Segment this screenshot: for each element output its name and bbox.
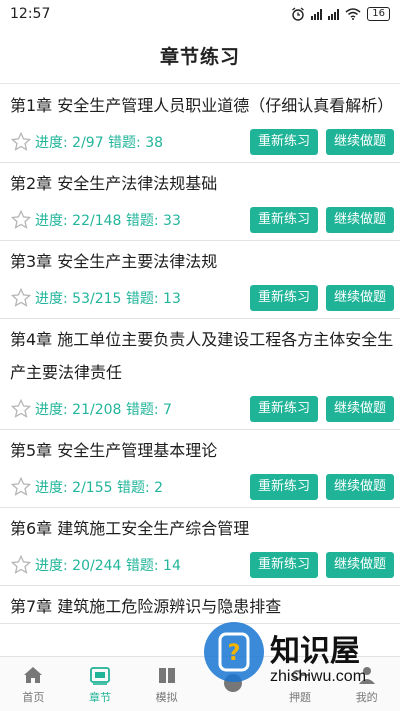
page-title: 章节练习 bbox=[159, 46, 240, 68]
chapter-title: 第5章 安全生产管理基本理论 bbox=[10, 441, 218, 460]
continue-practice-button[interactable]: 继续做题 bbox=[325, 552, 394, 578]
status-bar: 12:57 16 bbox=[0, 0, 400, 28]
app-header: 章节练习 bbox=[0, 28, 400, 84]
nav-mock-label: 模拟 bbox=[155, 690, 178, 704]
chapter-title: 第3章 安全生产主要法律法规 bbox=[10, 252, 218, 271]
star-icon[interactable] bbox=[10, 554, 32, 576]
nav-question[interactable] bbox=[200, 657, 267, 711]
nav-chapter-label: 章节 bbox=[89, 690, 111, 704]
key-icon bbox=[292, 669, 310, 680]
chapter-item[interactable]: 第1章 安全生产管理人员职业道德（仔细认真看解析） 进度: 2/97 错题: 38… bbox=[0, 85, 400, 163]
chapter-footer: 进度: 20/244 错题: 14 重新练习 继续做题 bbox=[10, 545, 394, 585]
chapter-progress: 进度: 20/244 错题: 14 bbox=[35, 558, 181, 574]
chapter-item[interactable]: 第4章 施工单位主要负责人及建设工程各方主体安全生产主要法律责任进度: 21/2… bbox=[0, 319, 400, 430]
user-icon bbox=[358, 666, 375, 684]
chapter-progress: 进度: 2/155 错题: 2 bbox=[35, 480, 164, 496]
chapter-footer: 进度: 22/148 错题: 33 重新练习 继续做题 bbox=[10, 200, 394, 240]
chapter-actions: 重新练习 继续做题 bbox=[249, 552, 394, 578]
star-icon[interactable] bbox=[10, 398, 32, 420]
nav-mine[interactable]: 我的 bbox=[333, 657, 400, 711]
star-icon[interactable] bbox=[10, 209, 32, 231]
restart-practice-button[interactable]: 重新练习 bbox=[249, 129, 318, 155]
alarm-icon bbox=[292, 7, 305, 21]
wifi-icon bbox=[345, 8, 361, 20]
continue-practice-button[interactable]: 继续做题 bbox=[325, 285, 394, 311]
restart-practice-button[interactable]: 重新练习 bbox=[249, 474, 318, 500]
chapter-actions: 重新练习 继续做题 bbox=[249, 396, 394, 422]
chapter-title: 第6章 建筑施工安全生产综合管理 bbox=[10, 519, 250, 538]
chapter-progress: 进度: 2/97 错题: 38 bbox=[35, 135, 164, 151]
nav-predict[interactable]: 押题 bbox=[267, 657, 334, 711]
chapter-actions: 重新练习 继续做题 bbox=[249, 207, 394, 233]
chapter-icon bbox=[90, 666, 110, 685]
chapter-item[interactable]: 第3章 安全生产主要法律法规进度: 53/215 错题: 13 重新练习 继续做题 bbox=[0, 241, 400, 319]
star-icon[interactable] bbox=[10, 476, 32, 498]
home-icon bbox=[24, 666, 43, 683]
chapter-item[interactable]: 第5章 安全生产管理基本理论进度: 2/155 错题: 2 重新练习 继续做题 bbox=[0, 430, 400, 508]
nav-home-label: 首页 bbox=[22, 690, 45, 704]
restart-practice-button[interactable]: 重新练习 bbox=[249, 207, 318, 233]
chapter-progress: 进度: 22/148 错题: 33 bbox=[35, 213, 181, 229]
chapter-actions: 重新练习 继续做题 bbox=[249, 129, 394, 155]
question-icon bbox=[224, 673, 243, 692]
continue-practice-button[interactable]: 继续做题 bbox=[325, 396, 394, 422]
chapter-footer: 进度: 21/208 错题: 7 重新练习 继续做题 bbox=[10, 389, 394, 429]
chapter-progress: 进度: 53/215 错题: 13 bbox=[35, 291, 181, 307]
star-icon[interactable] bbox=[10, 131, 32, 153]
continue-practice-button[interactable]: 继续做题 bbox=[325, 129, 394, 155]
chapter-list[interactable]: 第1章 安全生产管理人员职业道德（仔细认真看解析） 进度: 2/97 错题: 38… bbox=[0, 85, 400, 655]
restart-practice-button[interactable]: 重新练习 bbox=[249, 396, 318, 422]
chapter-footer: 进度: 53/215 错题: 13 重新练习 继续做题 bbox=[10, 278, 394, 318]
nav-mine-label: 我的 bbox=[355, 690, 378, 704]
chapter-item[interactable]: 第7章 建筑施工危险源辨识与隐患排查 bbox=[0, 586, 400, 624]
restart-practice-button[interactable]: 重新练习 bbox=[249, 552, 318, 578]
chapter-actions: 重新练习 继续做题 bbox=[249, 285, 394, 311]
chapter-progress: 进度: 21/208 错题: 7 bbox=[35, 402, 172, 418]
star-icon[interactable] bbox=[10, 287, 32, 309]
chapter-title: 第4章 施工单位主要负责人及建设工程各方主体安全生产主要法律责任 bbox=[10, 330, 394, 382]
signal-icon bbox=[311, 8, 323, 20]
continue-practice-button[interactable]: 继续做题 bbox=[325, 474, 394, 500]
restart-practice-button[interactable]: 重新练习 bbox=[249, 285, 318, 311]
chapter-item[interactable]: 第6章 建筑施工安全生产综合管理进度: 20/244 错题: 14 重新练习 继续做… bbox=[0, 508, 400, 586]
nav-predict-label: 押题 bbox=[289, 690, 312, 704]
chapter-footer: 进度: 2/97 错题: 38 重新练习 继续做题 bbox=[10, 122, 394, 162]
bottom-nav: 首页 章节 模拟 押题 我的 bbox=[0, 656, 400, 711]
chapter-actions: 重新练习 继续做题 bbox=[249, 474, 394, 500]
chapter-title: 第1章 安全生产管理人员职业道德（仔细认真看解析） bbox=[10, 96, 394, 115]
status-time: 12:57 bbox=[10, 6, 51, 22]
signal-icon-2 bbox=[328, 8, 340, 20]
battery-icon: 16 bbox=[367, 7, 390, 21]
continue-practice-button[interactable]: 继续做题 bbox=[325, 207, 394, 233]
chapter-title: 第7章 建筑施工危险源辨识与隐患排查 bbox=[10, 597, 282, 616]
book-icon bbox=[158, 667, 175, 683]
chapter-title: 第2章 安全生产法律法规基础 bbox=[10, 174, 218, 193]
status-icons: 16 bbox=[291, 7, 390, 21]
nav-home[interactable]: 首页 bbox=[0, 657, 67, 711]
chapter-footer: 进度: 2/155 错题: 2 重新练习 继续做题 bbox=[10, 467, 394, 507]
nav-mock[interactable]: 模拟 bbox=[133, 657, 200, 711]
nav-chapter[interactable]: 章节 bbox=[67, 657, 134, 711]
chapter-item[interactable]: 第2章 安全生产法律法规基础进度: 22/148 错题: 33 重新练习 继续做题 bbox=[0, 163, 400, 241]
